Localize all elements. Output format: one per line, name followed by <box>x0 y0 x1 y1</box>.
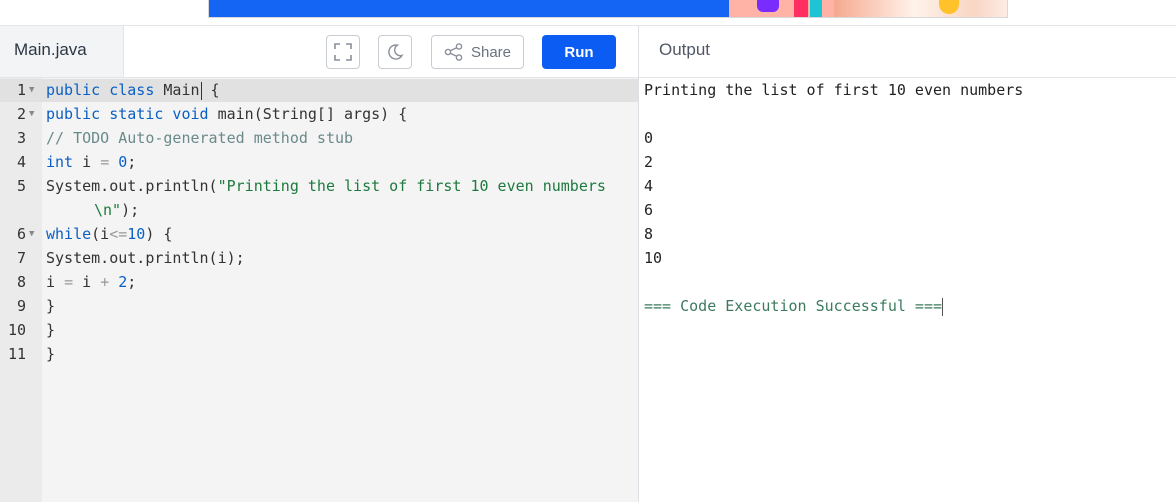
line-number: 10 <box>7 321 26 339</box>
number-literal: 10 <box>127 225 146 243</box>
line-number: 6 <box>16 225 26 243</box>
code-line[interactable]: 10 } <box>0 318 638 342</box>
banner-image <box>834 0 1007 17</box>
output-line: 4 <box>644 177 654 195</box>
code-line[interactable]: 7 System.out.println(i); <box>0 246 638 270</box>
operator: = <box>64 273 74 291</box>
fullscreen-icon <box>334 43 352 61</box>
output-panel[interactable]: Printing the list of first 10 even numbe… <box>639 78 1176 502</box>
line-number: 4 <box>16 153 26 171</box>
line-number: 5 <box>16 177 26 195</box>
code-text: } <box>46 345 56 363</box>
output-line: Printing the list of first 10 even numbe… <box>644 81 1024 99</box>
output-line: 8 <box>644 225 654 243</box>
file-tab[interactable]: Main.java <box>0 26 124 78</box>
fold-arrow-icon[interactable]: ▼ <box>29 222 34 246</box>
moon-icon <box>388 44 404 60</box>
code-token: (i <box>91 225 110 243</box>
code-text: } <box>46 297 56 315</box>
code-text: \n"); <box>94 198 139 222</box>
operator: = <box>100 153 110 171</box>
code-token: i <box>73 153 101 171</box>
code-text: public class Main { <box>46 78 220 102</box>
code-token: Main <box>154 81 200 99</box>
line-number: 8 <box>16 273 26 291</box>
code-line[interactable]: 8 i = i + 2; <box>0 270 638 294</box>
line-number: 7 <box>16 249 26 267</box>
code-text: public static void main(String[] args) { <box>46 102 407 126</box>
line-number: 9 <box>16 297 26 315</box>
line-number: 11 <box>7 345 26 363</box>
code-text: int i = 0; <box>46 150 136 174</box>
operator: + <box>100 273 110 291</box>
string-literal: "Printing the list of first 10 even numb… <box>217 177 606 195</box>
code-text: i = i + 2; <box>46 270 136 294</box>
fullscreen-button[interactable] <box>326 35 360 69</box>
code-token: ; <box>127 153 137 171</box>
code-comment: // TODO Auto-generated method stub <box>46 129 354 147</box>
code-token: i <box>73 273 101 291</box>
output-line: 6 <box>644 201 654 219</box>
keyword: while <box>46 225 92 243</box>
code-line[interactable]: 2 ▼ public static void main(String[] arg… <box>0 102 638 126</box>
fold-arrow-icon[interactable]: ▼ <box>29 102 34 126</box>
keyword: public class <box>46 81 155 99</box>
code-token: i <box>46 273 65 291</box>
code-token: main(String[] args) { <box>208 105 408 123</box>
share-icon <box>444 43 463 61</box>
file-name: Main.java <box>14 40 87 59</box>
code-line[interactable]: 5 System.out.println("Printing the list … <box>0 174 638 198</box>
line-number: 3 <box>16 129 26 147</box>
output-line: 10 <box>644 249 663 267</box>
line-number: 1 <box>16 81 26 99</box>
code-text: while(i<=10) { <box>46 222 172 246</box>
code-line[interactable]: 3 // TODO Auto-generated method stub <box>0 126 638 150</box>
output-title: Output <box>659 40 711 59</box>
run-label: Run <box>564 43 594 61</box>
banner-graphic <box>757 0 779 12</box>
banner-blue-panel <box>209 0 729 17</box>
code-line[interactable]: 1 ▼ public class Main { <box>0 78 638 102</box>
advertisement-banner[interactable] <box>208 0 1008 18</box>
output-line: 0 <box>644 129 654 147</box>
banner-graphic <box>810 0 822 17</box>
execution-status-text: === Code Execution Successful === <box>644 297 943 315</box>
execution-status: === Code Execution Successful === <box>644 294 944 318</box>
keyword: public static void <box>46 105 209 123</box>
code-line[interactable]: 9 } <box>0 294 638 318</box>
code-text: System.out.println(i); <box>46 249 245 267</box>
number-literal: 0 <box>118 153 128 171</box>
code-token: ; <box>127 273 137 291</box>
output-line: 2 <box>644 153 654 171</box>
run-button[interactable]: Run <box>542 35 616 69</box>
code-line[interactable]: 4 int i = 0; <box>0 150 638 174</box>
code-token: System.out.println( <box>46 177 218 195</box>
number-literal: 2 <box>118 273 128 291</box>
code-token: ) { <box>145 225 173 243</box>
banner-graphic <box>794 0 808 17</box>
code-editor[interactable]: 1 ▼ public class Main { 2 ▼ public stati… <box>0 78 638 502</box>
keyword: int <box>46 153 74 171</box>
line-number: 2 <box>16 105 26 123</box>
code-token: { <box>201 81 220 99</box>
code-line-wrapped[interactable]: \n"); <box>0 198 638 222</box>
theme-toggle-button[interactable] <box>378 35 412 69</box>
share-button[interactable]: Share <box>431 35 524 69</box>
share-label: Share <box>470 43 512 61</box>
code-line[interactable]: 11 } <box>0 342 638 366</box>
text-cursor <box>942 297 944 316</box>
code-text: System.out.println("Printing the list of… <box>46 174 606 198</box>
fold-arrow-icon[interactable]: ▼ <box>29 78 34 102</box>
string-literal: \n" <box>94 201 122 219</box>
code-line[interactable]: 6 ▼ while(i<=10) { <box>0 222 638 246</box>
code-token: ); <box>121 201 140 219</box>
toolbar: Main.java Share Run Output <box>0 26 1176 78</box>
code-text: } <box>46 321 56 339</box>
operator: <= <box>109 225 128 243</box>
